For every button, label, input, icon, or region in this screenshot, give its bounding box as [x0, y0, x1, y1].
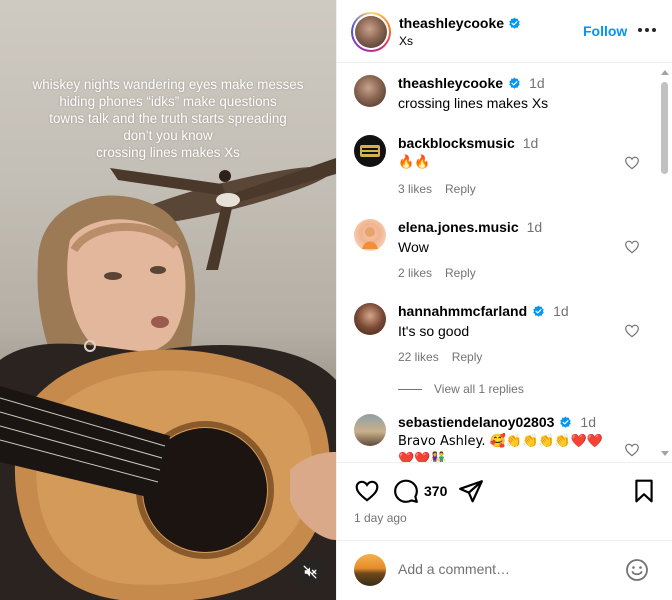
author-username-text[interactable]: theashleycooke — [399, 15, 504, 31]
share-icon[interactable] — [458, 478, 484, 504]
avatar[interactable] — [354, 303, 386, 335]
comment-input[interactable]: Add a comment… — [398, 561, 510, 577]
heart-icon[interactable] — [624, 239, 640, 255]
verified-badge-icon — [533, 305, 544, 317]
speaker-muted-icon — [303, 565, 317, 579]
bookmark-icon[interactable] — [631, 478, 657, 504]
comment-time[interactable]: 1d — [529, 75, 545, 91]
caption-line: don’t you know — [123, 128, 213, 143]
post-actions: 370 1 day ago — [337, 462, 672, 540]
caption-line: hiding phones “idks” make questions — [59, 94, 277, 109]
comment-time[interactable]: 1d — [580, 414, 596, 430]
view-replies-button[interactable]: View all 1 replies — [398, 382, 524, 396]
comment-icon[interactable] — [393, 478, 419, 504]
logo-icon — [360, 145, 380, 157]
avatar[interactable] — [354, 219, 386, 251]
comment-text: ❤️❤️👫 — [398, 452, 447, 462]
comment-text: It's so good — [398, 323, 470, 339]
comments-scrollbar[interactable] — [661, 70, 669, 462]
author-avatar[interactable] — [351, 12, 391, 52]
comments-list[interactable]: theashleycooke 1d crossing lines makes X… — [337, 64, 672, 462]
scroll-up-icon[interactable] — [661, 70, 669, 75]
caption-line: towns talk and the truth starts spreadin… — [49, 111, 287, 126]
emoji-icon[interactable] — [625, 558, 649, 582]
comment-text: crossing lines makes Xs — [398, 95, 549, 111]
mute-button[interactable] — [296, 558, 324, 586]
comment-text: 🔥🔥 — [398, 155, 431, 170]
avatar[interactable] — [354, 414, 386, 446]
video-player[interactable]: whiskey nights wandering eyes make messe… — [0, 0, 336, 600]
caption-line: whiskey nights wandering eyes make messe… — [32, 77, 304, 92]
like-count[interactable]: 2 likes — [398, 266, 432, 280]
comment-time[interactable]: 1d — [527, 219, 543, 235]
video-caption: whiskey nights wandering eyes make messe… — [0, 76, 336, 161]
verified-badge-icon — [509, 77, 520, 89]
post-timestamp[interactable]: 1 day ago — [354, 511, 407, 525]
reply-button[interactable]: Reply — [452, 350, 483, 364]
heart-icon[interactable] — [624, 323, 640, 339]
comment-username[interactable]: backblocksmusic — [398, 135, 515, 151]
heart-icon[interactable] — [354, 478, 380, 504]
post-header: theashleycooke Xs Follow — [337, 0, 672, 63]
avatar[interactable] — [354, 135, 386, 167]
comment-count: 370 — [424, 483, 448, 499]
add-comment-bar: Add a comment… — [337, 540, 672, 600]
comment-username[interactable]: elena.jones.music — [398, 219, 519, 235]
verified-badge-icon — [560, 416, 572, 428]
comment-time[interactable]: 1d — [553, 303, 569, 319]
scroll-down-icon[interactable] — [661, 451, 669, 456]
comment-username[interactable]: hannahmmcfarland — [398, 303, 527, 319]
reply-button[interactable]: Reply — [445, 182, 476, 196]
like-count[interactable]: 22 likes — [398, 350, 439, 364]
comment-username[interactable]: theashleycooke — [398, 75, 503, 91]
heart-icon[interactable] — [624, 442, 640, 458]
reply-divider — [398, 388, 422, 390]
like-count[interactable]: 3 likes — [398, 182, 432, 196]
avatar — [354, 554, 386, 586]
caption-line: crossing lines makes Xs — [96, 145, 240, 160]
more-options-icon[interactable] — [635, 20, 659, 40]
author-username[interactable]: theashleycooke — [399, 15, 521, 31]
follow-button[interactable]: Follow — [583, 23, 627, 39]
verified-badge-icon — [509, 17, 520, 29]
audio-subtitle[interactable]: Xs — [399, 34, 413, 48]
comment-username[interactable]: sebastiendelanoy02803 — [398, 414, 554, 430]
comment-text: Wow — [398, 239, 429, 255]
comment-time[interactable]: 1d — [523, 135, 539, 151]
comment-text: Bravo Ashley. 🥰👏👏👏👏❤️❤️ — [398, 434, 603, 449]
view-replies-label[interactable]: View all 1 replies — [434, 382, 524, 396]
reply-button[interactable]: Reply — [445, 266, 476, 280]
heart-icon[interactable] — [624, 155, 640, 171]
scrollbar-thumb[interactable] — [661, 82, 668, 174]
avatar[interactable] — [354, 75, 386, 107]
post-panel: theashleycooke Xs Follow theashleycooke … — [336, 0, 672, 600]
